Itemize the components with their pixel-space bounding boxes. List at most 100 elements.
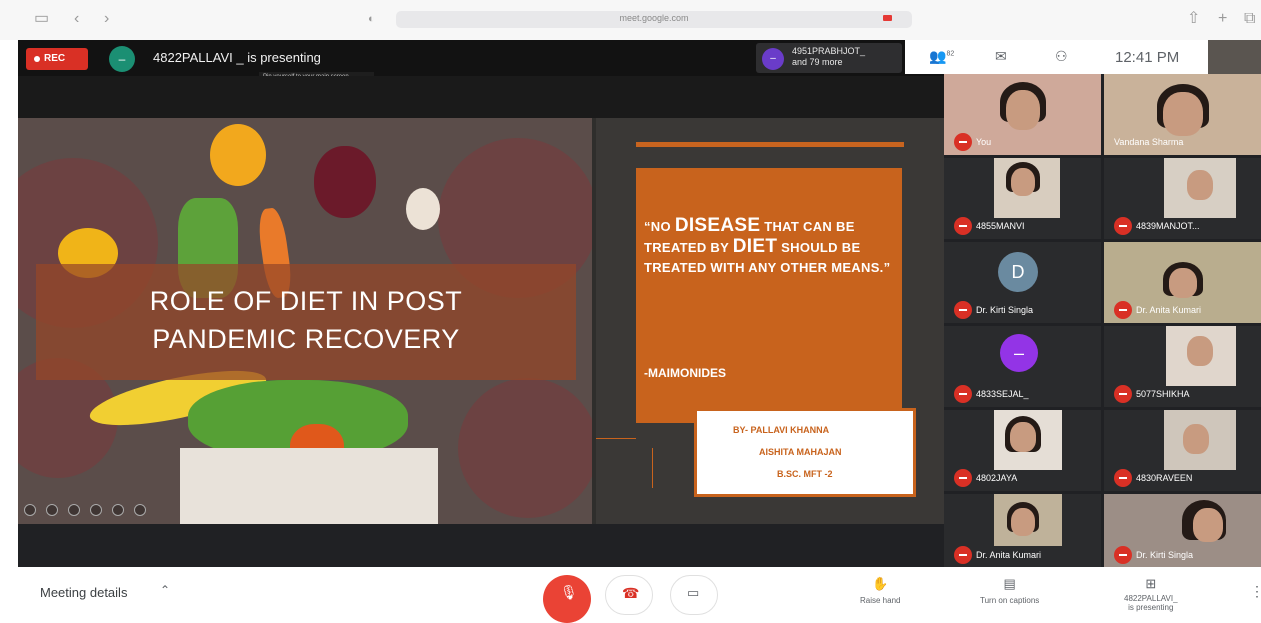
participant-grid: You Vandana Sharma 4855MANVI 4839MANJOT.…: [944, 74, 1261, 567]
zoom-tool-icon[interactable]: [112, 504, 124, 516]
participant-name: Dr. Kirti Singla: [1136, 550, 1194, 560]
camera-toggle-button[interactable]: ▭: [670, 575, 718, 615]
viewer-chip[interactable]: – 4951PRABHJOT_ and 79 more: [756, 43, 902, 73]
participant-name: Dr. Anita Kumari: [976, 550, 1042, 560]
shield-icon[interactable]: ◐: [368, 10, 375, 28]
participant-name: You: [976, 137, 992, 147]
viewer-name-more: and 79 more: [792, 57, 843, 67]
more-options-icon[interactable]: ⋮: [1250, 583, 1261, 600]
mic-off-icon: [1114, 301, 1132, 319]
quote-emphasis: DIET: [732, 236, 778, 257]
participant-tile[interactable]: Vandana Sharma: [1104, 74, 1261, 155]
quote-emphasis: DISEASE: [674, 215, 761, 236]
participant-tile[interactable]: Dr. Anita Kumari: [944, 494, 1101, 567]
slide-title-line-2: PANDEMIC RECOVERY: [152, 324, 460, 354]
participant-tile[interactable]: You: [944, 74, 1101, 155]
highlighter-tool-icon[interactable]: [68, 504, 80, 516]
back-icon[interactable]: ‹: [74, 10, 79, 28]
url-bar[interactable]: meet.google.com: [396, 11, 912, 28]
participant-name: 4833SEJAL_: [976, 389, 1029, 399]
mic-off-icon: [954, 546, 972, 564]
slide-quote-panel: “NO DISEASE THAT CAN BE TREATED BY DIET …: [596, 118, 944, 524]
record-dot-icon: [34, 56, 40, 62]
mic-off-icon: 🎙: [560, 584, 578, 600]
participant-tile[interactable]: 4830RAVEEN: [1104, 410, 1261, 491]
tabs-icon[interactable]: ⧉: [1244, 10, 1255, 28]
forward-icon[interactable]: ›: [104, 10, 109, 28]
clock: 12:41 PM: [1115, 49, 1180, 66]
virus-graphic: [458, 378, 592, 518]
chevron-up-icon[interactable]: ⌃: [160, 583, 170, 597]
participant-tile[interactable]: Dr. Anita Kumari: [1104, 242, 1261, 323]
participant-face: [1183, 424, 1209, 454]
participant-tile[interactable]: Dr. Kirti Singla: [1104, 494, 1261, 567]
pointer-tool-icon[interactable]: [24, 504, 36, 516]
people-icon[interactable]: 👥82: [929, 48, 954, 65]
raise-hand-button[interactable]: ✋ Raise hand: [860, 577, 901, 606]
participant-tile[interactable]: 4802JAYA: [944, 410, 1101, 491]
meet-stage: REC – 4822PALLAVI _ is presenting – 4951…: [18, 40, 1261, 567]
pen-tool-icon[interactable]: [46, 504, 58, 516]
participant-face: [1168, 268, 1197, 298]
credits-box: BY- PALLAVI KHANNA AISHITA MAHAJAN B.SC.…: [694, 408, 916, 497]
participant-name: Dr. Anita Kumari: [1136, 305, 1202, 315]
quote-part: “NO: [644, 219, 675, 234]
participant-avatar: –: [1000, 334, 1038, 372]
participant-face: [1010, 168, 1035, 196]
recording-label: REC: [44, 53, 66, 64]
decor-line: [652, 448, 653, 488]
share-icon[interactable]: ⇧: [1187, 10, 1200, 28]
participant-tile[interactable]: 5077SHIKHA: [1104, 326, 1261, 407]
present-screen-icon: ⊞: [1145, 576, 1157, 591]
activities-icon[interactable]: ⚇: [1055, 48, 1068, 65]
presenting-status: 4822PALLAVI _ is presenting: [153, 50, 321, 65]
leave-call-button[interactable]: ☎: [605, 575, 653, 615]
slides-grid-icon[interactable]: [90, 504, 102, 516]
participant-name: 5077SHIKHA: [1136, 389, 1190, 399]
chat-icon[interactable]: ✉: [995, 48, 1007, 65]
presenting-button[interactable]: ⊞ 4822PALLAVI_ is presenting: [1124, 576, 1178, 613]
mic-off-icon: [1114, 546, 1132, 564]
presenting-label-line2: is presenting: [1128, 603, 1174, 612]
credit-line: AISHITA MAHAJAN: [759, 447, 842, 457]
participant-avatar: D: [998, 252, 1038, 292]
egg: [406, 188, 440, 230]
more-options-icon[interactable]: [134, 504, 146, 516]
decor-line: [596, 438, 636, 439]
slide-background-photo: ROLE OF DIET IN POST PANDEMIC RECOVERY: [18, 118, 592, 524]
new-tab-icon[interactable]: +: [1218, 10, 1227, 28]
mic-off-icon: [954, 469, 972, 487]
slide-controls: [24, 504, 174, 518]
participant-tile[interactable]: 4855MANVI: [944, 158, 1101, 239]
participant-face: [1187, 170, 1213, 200]
microphone-toggle-button[interactable]: 🎙: [543, 575, 591, 623]
mic-off-icon: [954, 385, 972, 403]
quote-author: -MAIMONIDES: [644, 366, 726, 380]
recording-badge: REC: [26, 48, 88, 70]
presenter-avatar: –: [109, 46, 135, 72]
participant-name: Vandana Sharma: [1114, 137, 1184, 147]
credit-line: B.SC. MFT -2: [777, 469, 833, 479]
meet-top-toolbar: 👥82 ✉ ⚇ 12:41 PM: [905, 40, 1261, 74]
participant-face: [1005, 90, 1040, 130]
viewer-name-primary: 4951PRABHJOT_: [792, 46, 866, 56]
participant-name: 4802JAYA: [976, 473, 1018, 483]
participant-name: 4855MANVI: [976, 221, 1025, 231]
participant-tile[interactable]: – 4833SEJAL_: [944, 326, 1101, 407]
self-view-thumbnail[interactable]: [1208, 40, 1261, 74]
meeting-details-button[interactable]: Meeting details: [40, 585, 127, 600]
presentation-letterbox: [18, 76, 944, 118]
presenting-label: 4822PALLAVI_ is presenting: [1124, 594, 1178, 612]
participant-tile[interactable]: 4839MANJOT...: [1104, 158, 1261, 239]
sidebar-icon[interactable]: ▭: [34, 10, 49, 28]
raise-hand-label: Raise hand: [860, 596, 901, 605]
participant-count: 82: [946, 50, 955, 58]
captions-button[interactable]: ▤ Turn on captions: [980, 577, 1039, 606]
participant-face: [1009, 422, 1036, 452]
slide-title-line-1: ROLE OF DIET IN POST: [149, 286, 463, 316]
participant-face: [1010, 508, 1035, 536]
viewer-names: 4951PRABHJOT_ and 79 more: [792, 46, 865, 68]
presentation-header: REC – 4822PALLAVI _ is presenting – 4951…: [18, 40, 944, 76]
participant-tile[interactable]: D Dr. Kirti Singla: [944, 242, 1101, 323]
mic-off-icon: [1114, 469, 1132, 487]
